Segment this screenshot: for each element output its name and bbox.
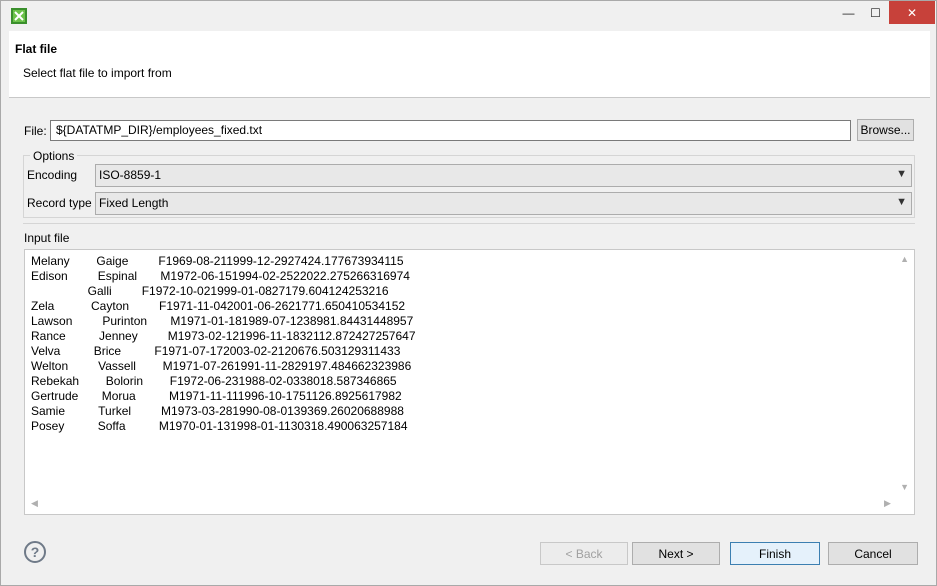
encoding-label: Encoding <box>27 168 78 182</box>
preview-line: Welton Vassell M1971-07-261991-11-282919… <box>31 359 412 373</box>
maximize-button[interactable]: ☐ <box>862 1 889 24</box>
chevron-down-icon: ▼ <box>896 196 907 208</box>
preview-line: Zela Cayton F1971-11-042001-06-2621771.6… <box>31 299 406 313</box>
next-button[interactable]: Next > <box>632 542 720 565</box>
finish-button[interactable]: Finish <box>730 542 820 565</box>
preview-line: Gertrude Morua M1971-11-111996-10-175112… <box>31 389 402 403</box>
preview-line: Rebekah Bolorin F1972-06-231988-02-03380… <box>31 374 397 388</box>
separator <box>23 223 915 224</box>
record-type-label: Record type <box>27 196 92 210</box>
input-file-label: Input file <box>24 231 70 245</box>
app-icon <box>11 8 27 24</box>
options-legend: Options <box>30 149 78 163</box>
preview-lines: Melany Gaige F1969-08-211999-12-2927424.… <box>31 254 416 434</box>
preview-line: Melany Gaige F1969-08-211999-12-2927424.… <box>31 254 404 268</box>
title-bar: — ☐ ✕ <box>1 1 936 31</box>
help-icon[interactable]: ? <box>24 541 46 563</box>
import-wizard-window: — ☐ ✕ Flat file Select flat file to impo… <box>0 0 937 586</box>
scroll-left-icon[interactable]: ◀ <box>31 498 38 509</box>
browse-button[interactable]: Browse... <box>857 119 914 141</box>
input-file-preview[interactable]: Melany Gaige F1969-08-211999-12-2927424.… <box>24 249 915 515</box>
preview-line: Lawson Purinton M1971-01-181989-07-12389… <box>31 314 414 328</box>
minimize-button[interactable]: — <box>835 1 862 24</box>
back-button[interactable]: < Back <box>540 542 628 565</box>
wizard-header: Flat file Select flat file to import fro… <box>9 31 930 98</box>
file-label: File: <box>24 124 47 138</box>
scroll-right-icon[interactable]: ▶ <box>884 498 891 509</box>
chevron-down-icon: ▼ <box>896 168 907 180</box>
preview-line: Galli F1972-10-021999-01-0827179.6041242… <box>31 284 389 298</box>
encoding-value: ISO-8859-1 <box>99 168 162 182</box>
encoding-select[interactable]: ISO-8859-1 ▼ <box>95 164 912 187</box>
preview-line: Edison Espinal M1972-06-151994-02-252202… <box>31 269 410 283</box>
file-path-input[interactable]: ${DATATMP_DIR}/employees_fixed.txt <box>50 120 851 141</box>
page-subtitle: Select flat file to import from <box>23 66 172 80</box>
cancel-button[interactable]: Cancel <box>828 542 918 565</box>
close-button[interactable]: ✕ <box>889 1 935 24</box>
page-title: Flat file <box>15 42 58 56</box>
preview-line: Velva Brice F1971-07-172003-02-2120676.5… <box>31 344 401 358</box>
preview-line: Posey Soffa M1970-01-131998-01-1130318.4… <box>31 419 408 433</box>
record-type-value: Fixed Length <box>99 196 169 210</box>
scroll-up-icon[interactable]: ▲ <box>900 254 909 264</box>
record-type-select[interactable]: Fixed Length ▼ <box>95 192 912 215</box>
scroll-down-icon[interactable]: ▼ <box>900 482 909 492</box>
preview-line: Samie Turkel M1973-03-281990-08-0139369.… <box>31 404 404 418</box>
preview-line: Rance Jenney M1973-02-121996-11-1832112.… <box>31 329 416 343</box>
